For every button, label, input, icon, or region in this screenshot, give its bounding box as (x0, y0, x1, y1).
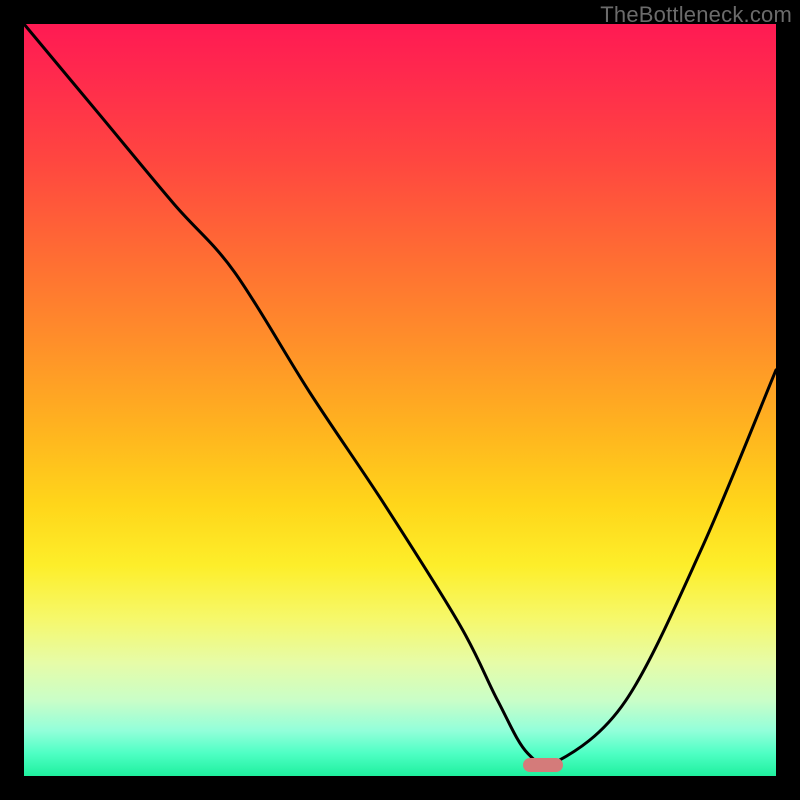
watermark-text: TheBottleneck.com (600, 2, 792, 28)
chart-plot-area (24, 24, 776, 776)
chart-frame: TheBottleneck.com (0, 0, 800, 800)
bottleneck-curve (24, 24, 776, 776)
optimal-marker (523, 758, 563, 772)
